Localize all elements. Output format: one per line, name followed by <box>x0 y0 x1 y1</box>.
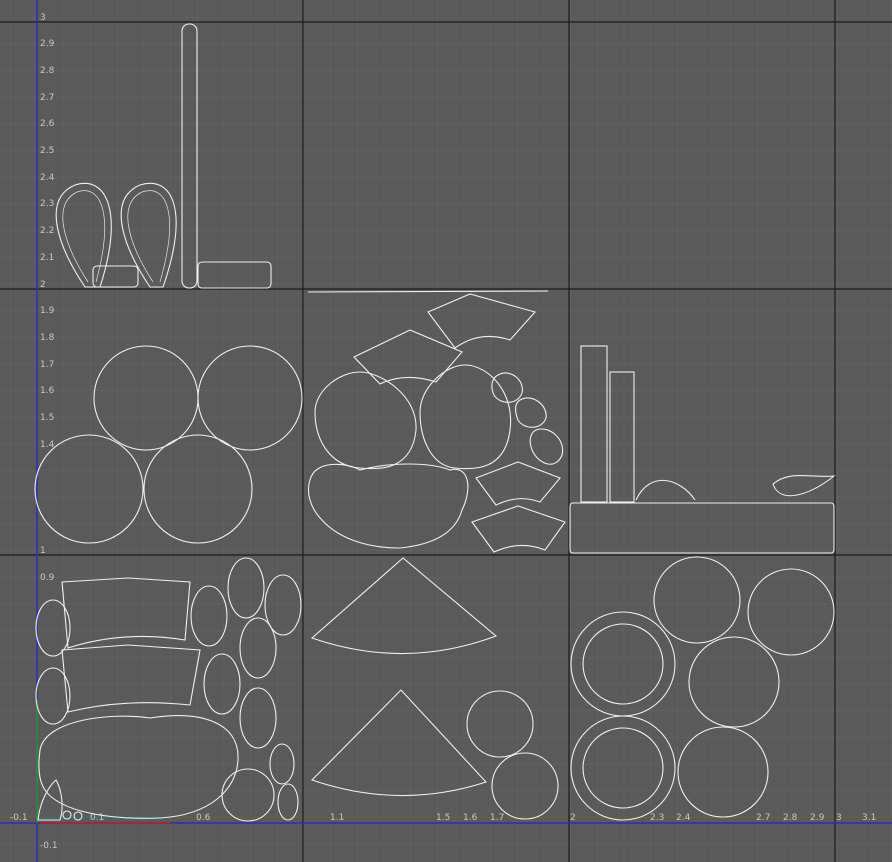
v-label: 1.8 <box>40 333 55 343</box>
u-label: 3.1 <box>862 813 876 823</box>
u-label: 0.6 <box>196 813 211 823</box>
v-label: 2.3 <box>40 199 54 209</box>
v-label: 2.7 <box>40 93 54 103</box>
u-label: 2.8 <box>783 813 798 823</box>
uv-editor-viewport[interactable]: 3 2.9 2.8 2.7 2.6 2.5 2.4 2.3 2.2 2.1 2 … <box>0 0 892 862</box>
u-label: 1.7 <box>490 813 504 823</box>
u-label: 2.7 <box>756 813 770 823</box>
v-label: 2.6 <box>40 119 55 129</box>
v-label: 1 <box>40 546 46 556</box>
v-label: 2.4 <box>40 173 55 183</box>
u-label: 3 <box>836 813 842 823</box>
u-label: 2.4 <box>676 813 691 823</box>
u-label: 2 <box>570 813 576 823</box>
v-label: 2 <box>40 280 46 290</box>
v-label: 2.1 <box>40 253 54 263</box>
v-label: 1.6 <box>40 386 55 396</box>
v-label: 2.8 <box>40 66 55 76</box>
v-label: 0.9 <box>40 573 55 583</box>
v-label: 2.2 <box>40 226 54 236</box>
u-label: 1.6 <box>463 813 478 823</box>
v-label: -0.1 <box>40 841 58 851</box>
v-label: 2.9 <box>40 39 55 49</box>
v-label: 1.5 <box>40 413 54 423</box>
v-label: 2.5 <box>40 146 54 156</box>
minor-grid <box>0 0 892 862</box>
v-label: 1.7 <box>40 360 54 370</box>
u-label: 2.3 <box>650 813 664 823</box>
v-label: 3 <box>40 13 46 23</box>
u-label: 1.5 <box>436 813 450 823</box>
u-label: -0.1 <box>10 813 28 823</box>
u-label: 1.1 <box>330 813 344 823</box>
u-label: 2.9 <box>810 813 825 823</box>
v-label: 1.9 <box>40 306 55 316</box>
v-label: 1.4 <box>40 440 55 450</box>
